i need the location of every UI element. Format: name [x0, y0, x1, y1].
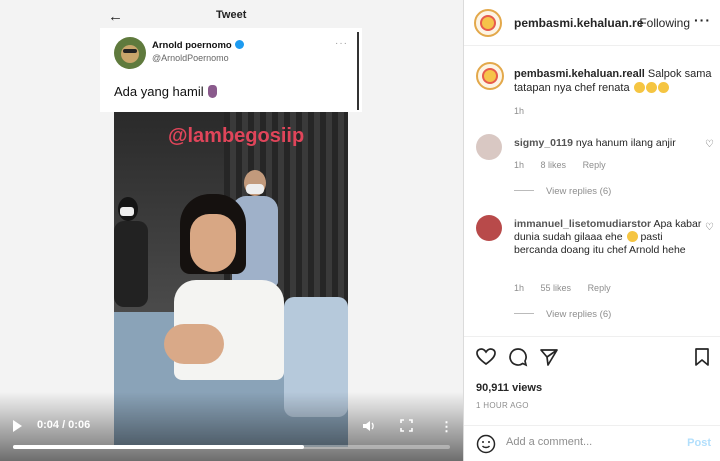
- heart-icon[interactable]: [476, 347, 496, 367]
- post-actions: 90,911 views 1 HOUR AGO: [464, 336, 720, 426]
- add-comment-bar: Post: [464, 425, 720, 461]
- comment-likes[interactable]: 55 likes: [541, 283, 572, 293]
- comment-time: 1h: [514, 160, 525, 170]
- comment-text: nya hanum ilang anjir: [575, 137, 676, 149]
- background-person: [114, 197, 148, 307]
- tweet-author-name: Arnold poernomo: [152, 40, 232, 51]
- tweet-avatar: [114, 37, 146, 69]
- tweet-card: Arnold poernomo @ArnoldPoernomo ··· Ada …: [100, 28, 362, 112]
- tweet-text: Ada yang hamil: [114, 84, 204, 99]
- tweet-title: Tweet: [216, 9, 247, 21]
- bookmark-icon[interactable]: [692, 347, 712, 367]
- account-avatar[interactable]: [474, 9, 502, 37]
- fullscreen-icon[interactable]: [400, 419, 413, 432]
- reply-button[interactable]: Reply: [588, 283, 611, 293]
- laughing-emoji: [633, 82, 645, 93]
- comment-icon[interactable]: [508, 347, 528, 367]
- post-timestamp: 1 HOUR AGO: [476, 401, 529, 410]
- heart-icon[interactable]: ♡: [705, 222, 714, 233]
- following-button[interactable]: · Following: [632, 16, 690, 30]
- share-icon[interactable]: [539, 347, 559, 367]
- verified-badge-icon: [234, 40, 244, 49]
- post-comment-button[interactable]: Post: [687, 437, 711, 449]
- laughing-emoji: [657, 82, 669, 93]
- comment-input[interactable]: [506, 436, 676, 448]
- comment-avatar[interactable]: [476, 215, 502, 241]
- video-time: 0:04 / 0:06: [37, 419, 91, 431]
- reply-button[interactable]: Reply: [583, 160, 606, 170]
- vertical-dots-icon[interactable]: ⋮: [440, 419, 453, 435]
- caption-time: 1h: [514, 106, 525, 116]
- view-replies-button[interactable]: View replies (6): [514, 309, 611, 320]
- comment-time: 1h: [514, 283, 525, 293]
- views-count[interactable]: 90,911 views: [476, 382, 542, 394]
- heart-icon[interactable]: ♡: [705, 139, 714, 150]
- comment-avatar[interactable]: [476, 134, 502, 160]
- arrow-left-icon: ←: [108, 8, 123, 25]
- comment-username[interactable]: sigmy_0119: [514, 137, 573, 149]
- video-player[interactable]: ← Tweet Arnold poernomo @ArnoldPoernomo …: [0, 0, 463, 461]
- video-watermark: @lambegosiip: [168, 125, 305, 147]
- video-progress-bar[interactable]: [13, 445, 450, 449]
- tweet-scrollbar: [357, 32, 359, 110]
- post-side-panel: pembasmi.kehaluan.re · Following ··· pem…: [463, 0, 720, 461]
- more-options-icon[interactable]: ···: [694, 12, 711, 28]
- post-header: pembasmi.kehaluan.re · Following ···: [464, 0, 720, 46]
- view-replies-button[interactable]: View replies (6): [514, 186, 611, 197]
- account-username[interactable]: pembasmi.kehaluan.re: [514, 16, 643, 30]
- comment-likes[interactable]: 8 likes: [541, 160, 567, 170]
- comment-username[interactable]: immanuel_lisetomudiarstor: [514, 218, 651, 230]
- following-label: Following: [639, 16, 691, 30]
- laughing-emoji: [645, 82, 657, 93]
- play-icon[interactable]: [13, 420, 22, 432]
- laughing-emoji: [626, 231, 638, 242]
- tweet-header: ← Tweet: [0, 6, 463, 26]
- caption-username[interactable]: pembasmi.kehaluan.reall: [514, 68, 645, 80]
- video-progress-fill: [13, 445, 305, 449]
- volume-icon[interactable]: [362, 419, 376, 433]
- more-dots-icon: ···: [335, 38, 348, 49]
- caption-avatar[interactable]: [476, 62, 504, 90]
- video-controls: 0:04 / 0:06 ⋮: [0, 392, 463, 461]
- smile-icon[interactable]: [476, 434, 496, 454]
- tweet-author-handle: @ArnoldPoernomo: [152, 53, 229, 63]
- pregnant-woman-emoji: [207, 85, 217, 98]
